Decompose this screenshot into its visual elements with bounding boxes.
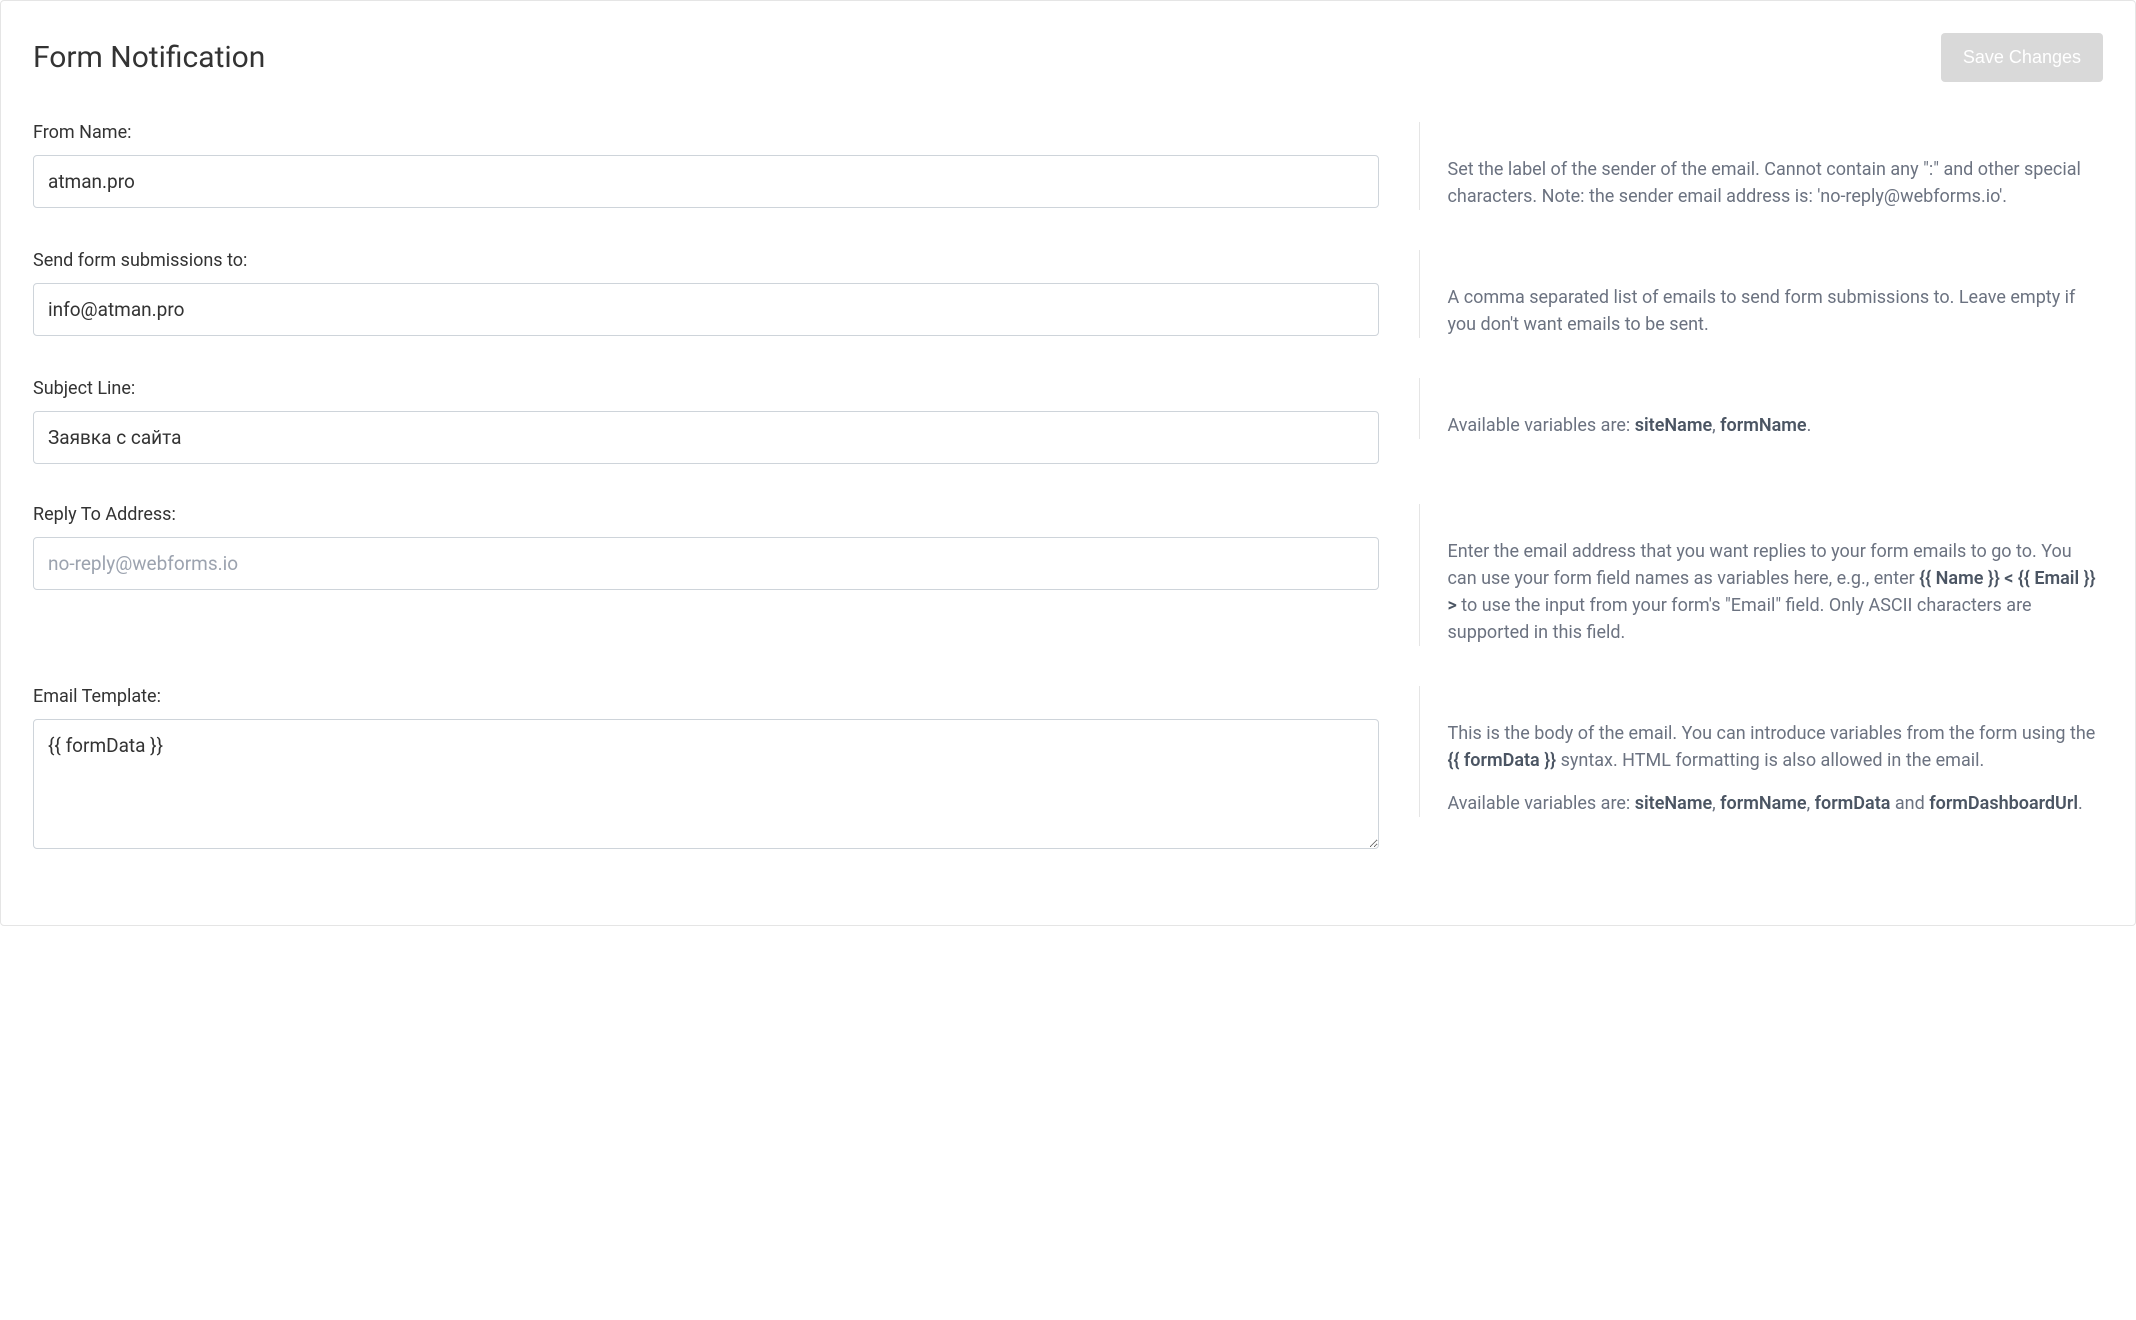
email-template-sep3: and [1890, 793, 1929, 814]
subject-help-sep1: , [1712, 415, 1720, 436]
reply-to-help-text: Enter the email address that you want re… [1448, 538, 2104, 646]
subject-help-prefix: Available variables are: [1448, 415, 1635, 436]
send-to-field-wrapper: Send form submissions to: [33, 250, 1379, 336]
email-template-help-2-prefix: Available variables are: [1448, 793, 1635, 814]
subject-label: Subject Line: [33, 378, 1379, 399]
send-to-label: Send form submissions to: [33, 250, 1379, 271]
from-name-help-text: Set the label of the sender of the email… [1448, 156, 2104, 210]
email-template-help-1b: {{ formData }} [1448, 750, 1557, 771]
subject-help-var-formname: formName [1720, 415, 1806, 436]
email-template-var-formname: formName [1720, 793, 1806, 814]
email-template-label: Email Template: [33, 686, 1379, 707]
subject-help-suffix: . [1807, 415, 1812, 436]
email-template-help-p1: This is the body of the email. You can i… [1448, 720, 2104, 774]
page-title: Form Notification [33, 40, 265, 75]
subject-help: Available variables are: siteName, formN… [1419, 378, 2104, 439]
subject-field-wrapper: Subject Line: [33, 378, 1379, 464]
email-template-field-wrapper: Email Template: [33, 686, 1379, 853]
reply-to-field-wrapper: Reply To Address: [33, 504, 1379, 590]
from-name-help: Set the label of the sender of the email… [1419, 122, 2104, 210]
email-template-help: This is the body of the email. You can i… [1419, 686, 2104, 817]
email-template-row: Email Template: This is the body of the … [33, 686, 2103, 853]
email-template-help-1a: This is the body of the email. You can i… [1448, 723, 2096, 744]
send-to-help-text: A comma separated list of emails to send… [1448, 284, 2104, 338]
send-to-help: A comma separated list of emails to send… [1419, 250, 2104, 338]
email-template-var-formdata: formData [1815, 793, 1891, 814]
reply-to-label: Reply To Address: [33, 504, 1379, 525]
save-changes-button[interactable]: Save Changes [1941, 33, 2103, 82]
form-notification-panel: Form Notification Save Changes From Name… [0, 0, 2136, 926]
from-name-label: From Name: [33, 122, 1379, 143]
from-name-input[interactable] [33, 155, 1379, 208]
email-template-var-sitename: siteName [1635, 793, 1712, 814]
subject-input[interactable] [33, 411, 1379, 464]
email-template-help-p2: Available variables are: siteName, formN… [1448, 790, 2104, 817]
send-to-row: Send form submissions to: A comma separa… [33, 250, 2103, 338]
send-to-input[interactable] [33, 283, 1379, 336]
reply-to-help-1c: to use the input from your form's "Email… [1448, 595, 2032, 643]
reply-to-input[interactable] [33, 537, 1379, 590]
from-name-field-wrapper: From Name: [33, 122, 1379, 208]
subject-row: Subject Line: Available variables are: s… [33, 378, 2103, 464]
reply-to-help: Enter the email address that you want re… [1419, 504, 2104, 646]
email-template-help-2-suffix: . [2078, 793, 2083, 814]
subject-help-text: Available variables are: siteName, formN… [1448, 412, 2104, 439]
reply-to-row: Reply To Address: Enter the email addres… [33, 504, 2103, 646]
email-template-help-1c: syntax. HTML formatting is also allowed … [1556, 750, 1984, 771]
email-template-textarea[interactable] [33, 719, 1379, 849]
email-template-sep2: , [1807, 793, 1815, 814]
subject-help-var-sitename: siteName [1635, 415, 1712, 436]
from-name-row: From Name: Set the label of the sender o… [33, 122, 2103, 210]
header: Form Notification Save Changes [33, 33, 2103, 82]
email-template-var-formdashboardurl: formDashboardUrl [1929, 793, 2078, 814]
email-template-sep1: , [1712, 793, 1720, 814]
